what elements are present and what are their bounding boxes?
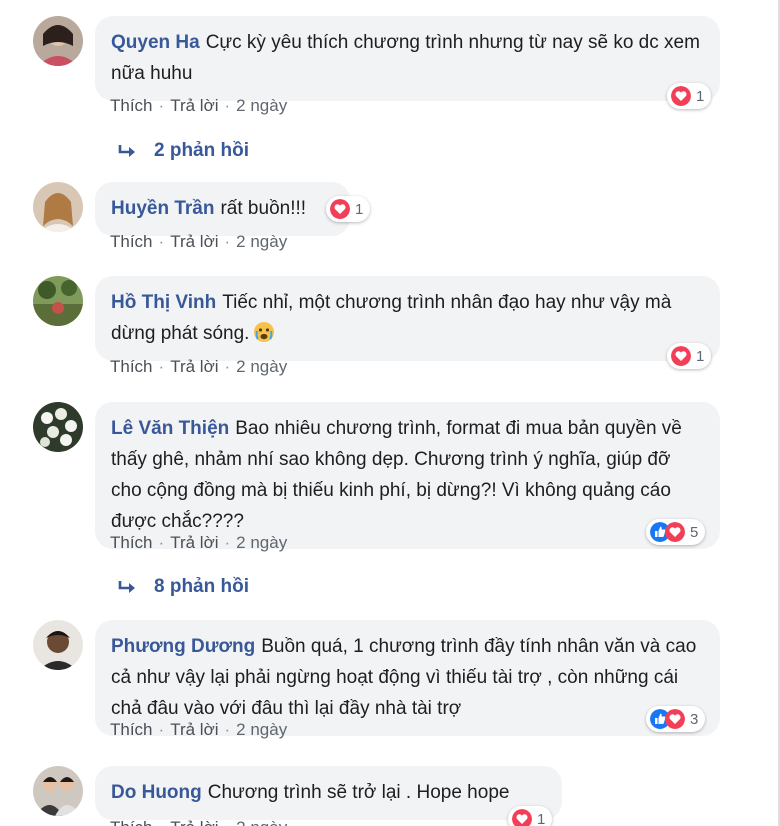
comment-author[interactable]: Hồ Thị Vinh <box>111 292 216 313</box>
comment-bubble: Hồ Thị Vinh Tiếc nhỉ, một chương trình nh… <box>95 276 720 361</box>
comment-time[interactable]: 2 ngày <box>236 818 287 826</box>
comment-time[interactable]: 2 ngày <box>236 720 287 739</box>
avatar[interactable] <box>33 16 83 66</box>
reply-link[interactable]: Trả lời <box>170 533 218 552</box>
replies-count[interactable]: 8 phản hồi <box>154 576 249 598</box>
like-link[interactable]: Thích <box>110 357 153 376</box>
comments-feed: Quyen Ha Cực kỳ yêu thích chương trình nh… <box>0 0 780 826</box>
avatar[interactable] <box>33 620 83 670</box>
comment-author[interactable]: Lê Văn Thiện <box>111 418 229 439</box>
view-replies-link[interactable]: 8 phản hồi <box>118 576 249 598</box>
reaction-count: 5 <box>690 523 699 541</box>
comment-author[interactable]: Do Huong <box>111 782 202 803</box>
reply-arrow-icon <box>118 145 135 157</box>
view-replies-link[interactable]: 2 phản hồi <box>118 140 249 162</box>
reaction-summary[interactable]: 1 <box>667 83 712 109</box>
comment-time[interactable]: 2 ngày <box>236 533 287 552</box>
comment-actions: Thích·Trả lời·2 ngày <box>110 96 288 115</box>
reply-link[interactable]: Trả lời <box>170 232 218 251</box>
reaction-summary[interactable]: 3 <box>646 706 706 732</box>
avatar[interactable] <box>33 766 83 816</box>
replies-count[interactable]: 2 phản hồi <box>154 140 249 162</box>
crying-face-emoji <box>254 322 275 342</box>
like-link[interactable]: Thích <box>110 96 153 115</box>
like-link[interactable]: Thích <box>110 232 153 251</box>
avatar[interactable] <box>33 402 83 452</box>
comment-actions: Thích·Trả lời·2 ngày <box>110 533 288 552</box>
reaction-summary[interactable]: 1 <box>508 806 553 826</box>
reply-link[interactable]: Trả lời <box>170 357 218 376</box>
comment-time[interactable]: 2 ngày <box>236 96 287 115</box>
love-icon <box>671 346 691 366</box>
reply-arrow-icon <box>118 581 135 593</box>
comment-time[interactable]: 2 ngày <box>236 232 287 251</box>
reaction-summary[interactable]: 5 <box>646 519 706 545</box>
comment-bubble: Do Huong Chương trình sẽ trở lại . Hope h… <box>95 766 562 820</box>
reply-link[interactable]: Trả lời <box>170 818 218 826</box>
comment-author[interactable]: Phương Dương <box>111 636 255 657</box>
comment-author[interactable]: Quyen Ha <box>111 32 200 53</box>
comment-actions: Thích·Trả lời·2 ngày <box>110 357 288 376</box>
reply-link[interactable]: Trả lời <box>170 96 218 115</box>
love-icon <box>665 709 685 729</box>
comment-actions: Thích·Trả lời·2 ngày <box>110 720 288 739</box>
comment-bubble: Lê Văn Thiện Bao nhiêu chương trình, form… <box>95 402 720 549</box>
reaction-count: 1 <box>537 810 546 826</box>
comment-time[interactable]: 2 ngày <box>236 357 287 376</box>
reaction-count: 1 <box>696 347 705 365</box>
reaction-count: 1 <box>355 200 364 218</box>
avatar[interactable] <box>33 182 83 232</box>
comment-author[interactable]: Huyền Trần <box>111 198 214 219</box>
comment-actions: Thích·Trả lời·2 ngày <box>110 232 288 251</box>
comment-text: rất buồn!!! <box>220 198 307 219</box>
reaction-summary[interactable]: 1 <box>326 196 371 222</box>
like-link[interactable]: Thích <box>110 818 153 826</box>
avatar[interactable] <box>33 276 83 326</box>
comment-text: Chương trình sẽ trở lại . Hope hope <box>207 782 510 803</box>
comment-bubble: Quyen Ha Cực kỳ yêu thích chương trình nh… <box>95 16 720 101</box>
like-link[interactable]: Thích <box>110 720 153 739</box>
reaction-count: 3 <box>690 710 699 728</box>
love-icon <box>330 199 350 219</box>
like-link[interactable]: Thích <box>110 533 153 552</box>
reply-link[interactable]: Trả lời <box>170 720 218 739</box>
love-icon <box>671 86 691 106</box>
comment-actions: Thích·Trả lời·2 ngày <box>110 818 287 826</box>
love-icon <box>665 522 685 542</box>
comment-bubble: Huyền Trần rất buồn!!! <box>95 182 350 236</box>
comment-bubble: Phương Dương Buồn quá, 1 chương trình đầy… <box>95 620 720 736</box>
love-icon <box>512 809 532 826</box>
reaction-summary[interactable]: 1 <box>667 343 712 369</box>
reaction-count: 1 <box>696 87 705 105</box>
